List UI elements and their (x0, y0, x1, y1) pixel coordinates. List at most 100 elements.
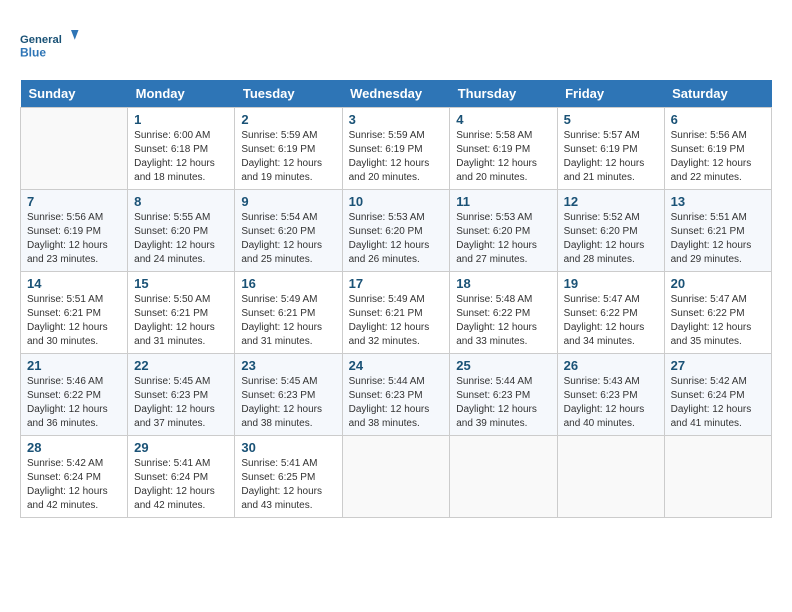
day-info: Sunrise: 5:42 AM Sunset: 6:24 PM Dayligh… (27, 457, 121, 513)
day-info: Sunrise: 5:51 AM Sunset: 6:21 PM Dayligh… (671, 211, 765, 267)
day-info: Sunrise: 5:45 AM Sunset: 6:23 PM Dayligh… (241, 375, 335, 431)
calendar-cell: 25 Sunrise: 5:44 AM Sunset: 6:23 PM Dayli… (450, 354, 557, 436)
day-number: 22 (134, 358, 228, 373)
header-cell-saturday: Saturday (664, 80, 771, 108)
calendar-cell: 16 Sunrise: 5:49 AM Sunset: 6:21 PM Dayli… (235, 272, 342, 354)
calendar-cell: 13 Sunrise: 5:51 AM Sunset: 6:21 PM Dayli… (664, 190, 771, 272)
svg-text:Blue: Blue (20, 45, 46, 59)
calendar-cell: 30Sunrise: 5:41 AM Sunset: 6:25 PM Dayli… (235, 436, 342, 518)
calendar-week-4: 21 Sunrise: 5:46 AM Sunset: 6:22 PM Dayli… (21, 354, 772, 436)
calendar-cell: 23Sunrise: 5:45 AM Sunset: 6:23 PM Dayli… (235, 354, 342, 436)
calendar-cell (664, 436, 771, 518)
day-info: Sunrise: 5:51 AM Sunset: 6:21 PM Dayligh… (27, 293, 121, 349)
calendar-cell: 1 Sunrise: 6:00 AM Sunset: 6:18 PM Daylig… (128, 108, 235, 190)
header-cell-thursday: Thursday (450, 80, 557, 108)
day-number: 9 (241, 194, 335, 209)
day-number: 2 (241, 112, 335, 127)
calendar-cell: 9 Sunrise: 5:54 AM Sunset: 6:20 PM Daylig… (235, 190, 342, 272)
calendar-cell: 24 Sunrise: 5:44 AM Sunset: 6:23 PM Dayli… (342, 354, 450, 436)
day-number: 20 (671, 276, 765, 291)
calendar-cell: 2 Sunrise: 5:59 AM Sunset: 6:19 PM Daylig… (235, 108, 342, 190)
calendar-cell: 29 Sunrise: 5:41 AM Sunset: 6:24 PM Dayli… (128, 436, 235, 518)
day-number: 25 (456, 358, 550, 373)
day-number: 14 (27, 276, 121, 291)
day-info: Sunrise: 5:54 AM Sunset: 6:20 PM Dayligh… (241, 211, 335, 267)
header-cell-friday: Friday (557, 80, 664, 108)
header-cell-wednesday: Wednesday (342, 80, 450, 108)
calendar-header: SundayMondayTuesdayWednesdayThursdayFrid… (21, 80, 772, 108)
day-info: Sunrise: 5:58 AM Sunset: 6:19 PM Dayligh… (456, 129, 550, 185)
day-info: Sunrise: 5:48 AM Sunset: 6:22 PM Dayligh… (456, 293, 550, 349)
day-number: 21 (27, 358, 121, 373)
day-number: 18 (456, 276, 550, 291)
day-number: 11 (456, 194, 550, 209)
day-number: 12 (564, 194, 658, 209)
day-info: Sunrise: 5:47 AM Sunset: 6:22 PM Dayligh… (564, 293, 658, 349)
day-number: 5 (564, 112, 658, 127)
calendar-body: 1 Sunrise: 6:00 AM Sunset: 6:18 PM Daylig… (21, 108, 772, 518)
day-info: Sunrise: 5:52 AM Sunset: 6:20 PM Dayligh… (564, 211, 658, 267)
day-number: 28 (27, 440, 121, 455)
day-info: Sunrise: 5:41 AM Sunset: 6:25 PM Dayligh… (241, 457, 335, 513)
day-number: 3 (349, 112, 444, 127)
calendar-cell: 28 Sunrise: 5:42 AM Sunset: 6:24 PM Dayli… (21, 436, 128, 518)
calendar-cell: 27Sunrise: 5:42 AM Sunset: 6:24 PM Dayli… (664, 354, 771, 436)
calendar-cell: 22Sunrise: 5:45 AM Sunset: 6:23 PM Dayli… (128, 354, 235, 436)
calendar-table: SundayMondayTuesdayWednesdayThursdayFrid… (20, 80, 772, 518)
day-number: 17 (349, 276, 444, 291)
day-number: 10 (349, 194, 444, 209)
day-number: 29 (134, 440, 228, 455)
day-info: Sunrise: 5:55 AM Sunset: 6:20 PM Dayligh… (134, 211, 228, 267)
calendar-cell: 8 Sunrise: 5:55 AM Sunset: 6:20 PM Daylig… (128, 190, 235, 272)
calendar-cell (557, 436, 664, 518)
header-cell-monday: Monday (128, 80, 235, 108)
calendar-cell (21, 108, 128, 190)
day-info: Sunrise: 5:57 AM Sunset: 6:19 PM Dayligh… (564, 129, 658, 185)
calendar-cell: 20Sunrise: 5:47 AM Sunset: 6:22 PM Dayli… (664, 272, 771, 354)
calendar-cell: 6 Sunrise: 5:56 AM Sunset: 6:19 PM Daylig… (664, 108, 771, 190)
day-number: 4 (456, 112, 550, 127)
day-number: 1 (134, 112, 228, 127)
day-number: 13 (671, 194, 765, 209)
day-info: Sunrise: 5:53 AM Sunset: 6:20 PM Dayligh… (456, 211, 550, 267)
day-number: 16 (241, 276, 335, 291)
day-info: Sunrise: 5:49 AM Sunset: 6:21 PM Dayligh… (241, 293, 335, 349)
page-header: General Blue (20, 20, 772, 70)
calendar-week-3: 14 Sunrise: 5:51 AM Sunset: 6:21 PM Dayli… (21, 272, 772, 354)
calendar-cell: 5 Sunrise: 5:57 AM Sunset: 6:19 PM Daylig… (557, 108, 664, 190)
logo: General Blue (20, 20, 80, 70)
day-info: Sunrise: 5:44 AM Sunset: 6:23 PM Dayligh… (456, 375, 550, 431)
calendar-cell: 19 Sunrise: 5:47 AM Sunset: 6:22 PM Dayli… (557, 272, 664, 354)
calendar-week-1: 1 Sunrise: 6:00 AM Sunset: 6:18 PM Daylig… (21, 108, 772, 190)
calendar-cell: 14 Sunrise: 5:51 AM Sunset: 6:21 PM Dayli… (21, 272, 128, 354)
day-info: Sunrise: 5:49 AM Sunset: 6:21 PM Dayligh… (349, 293, 444, 349)
calendar-cell: 21 Sunrise: 5:46 AM Sunset: 6:22 PM Dayli… (21, 354, 128, 436)
day-number: 24 (349, 358, 444, 373)
calendar-cell: 15 Sunrise: 5:50 AM Sunset: 6:21 PM Dayli… (128, 272, 235, 354)
day-number: 19 (564, 276, 658, 291)
day-info: Sunrise: 5:50 AM Sunset: 6:21 PM Dayligh… (134, 293, 228, 349)
calendar-cell: 7Sunrise: 5:56 AM Sunset: 6:19 PM Daylig… (21, 190, 128, 272)
day-number: 6 (671, 112, 765, 127)
calendar-cell: 17 Sunrise: 5:49 AM Sunset: 6:21 PM Dayli… (342, 272, 450, 354)
day-info: Sunrise: 6:00 AM Sunset: 6:18 PM Dayligh… (134, 129, 228, 185)
day-info: Sunrise: 5:43 AM Sunset: 6:23 PM Dayligh… (564, 375, 658, 431)
calendar-week-2: 7Sunrise: 5:56 AM Sunset: 6:19 PM Daylig… (21, 190, 772, 272)
calendar-cell: 4 Sunrise: 5:58 AM Sunset: 6:19 PM Daylig… (450, 108, 557, 190)
day-info: Sunrise: 5:59 AM Sunset: 6:19 PM Dayligh… (241, 129, 335, 185)
day-info: Sunrise: 5:46 AM Sunset: 6:22 PM Dayligh… (27, 375, 121, 431)
day-number: 7 (27, 194, 121, 209)
day-info: Sunrise: 5:44 AM Sunset: 6:23 PM Dayligh… (349, 375, 444, 431)
day-info: Sunrise: 5:56 AM Sunset: 6:19 PM Dayligh… (671, 129, 765, 185)
calendar-cell: 3Sunrise: 5:59 AM Sunset: 6:19 PM Daylig… (342, 108, 450, 190)
logo-svg: General Blue (20, 20, 80, 70)
day-number: 8 (134, 194, 228, 209)
day-number: 15 (134, 276, 228, 291)
calendar-cell: 12 Sunrise: 5:52 AM Sunset: 6:20 PM Dayli… (557, 190, 664, 272)
day-number: 27 (671, 358, 765, 373)
calendar-week-5: 28 Sunrise: 5:42 AM Sunset: 6:24 PM Dayli… (21, 436, 772, 518)
svg-text:General: General (20, 34, 62, 46)
header-row: SundayMondayTuesdayWednesdayThursdayFrid… (21, 80, 772, 108)
day-info: Sunrise: 5:41 AM Sunset: 6:24 PM Dayligh… (134, 457, 228, 513)
header-cell-tuesday: Tuesday (235, 80, 342, 108)
